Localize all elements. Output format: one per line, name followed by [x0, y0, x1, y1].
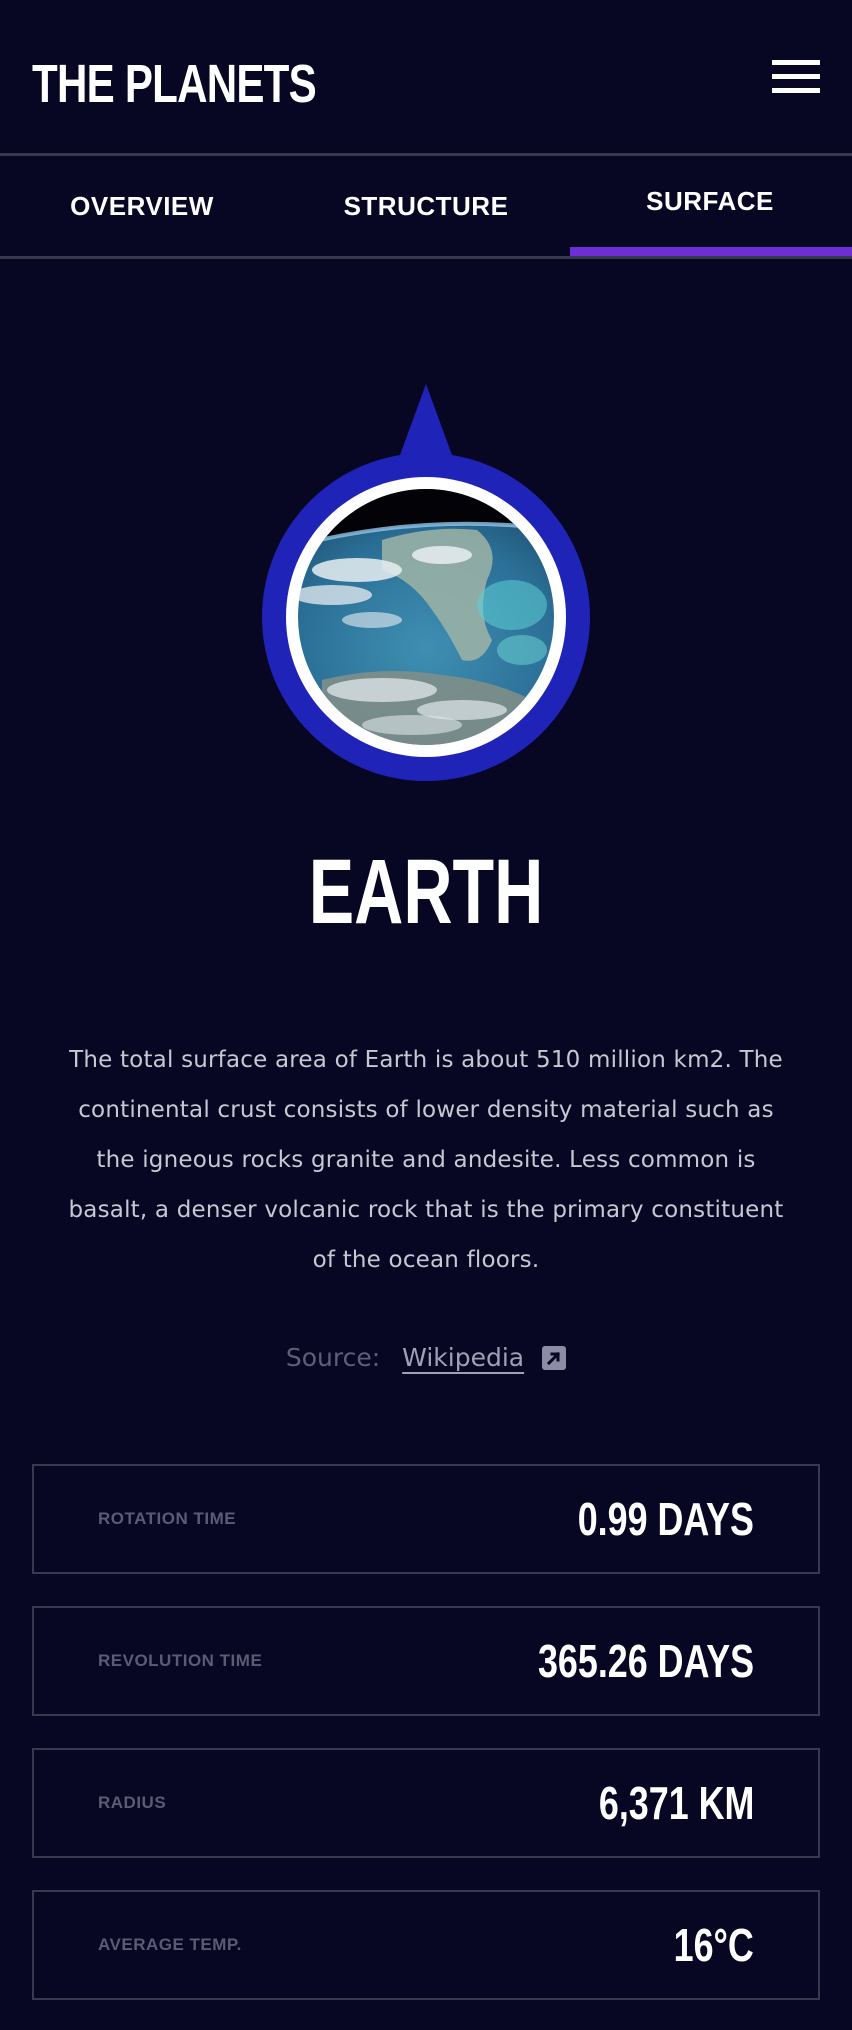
stat-value: 16°C [673, 1919, 754, 1971]
stat-label: REVOLUTION TIME [98, 1651, 263, 1670]
stat-revolution-time: REVOLUTION TIME 365.26 DAYS [32, 1606, 820, 1716]
hamburger-line [772, 74, 820, 79]
planet-surface-image [262, 384, 590, 781]
external-link-icon[interactable] [542, 1346, 567, 1370]
source-prefix: Source: [285, 1343, 381, 1372]
source-line: Source: Wikipedia [0, 1336, 852, 1380]
tab-label: STRUCTURE [343, 191, 509, 221]
planet-tabs: OVERVIEW STRUCTURE SURFACE [0, 156, 852, 259]
stat-rotation-time: ROTATION TIME 0.99 DAYS [32, 1464, 820, 1574]
tab-label: SURFACE [646, 186, 774, 216]
tab-surface[interactable]: SURFACE [568, 156, 852, 256]
hamburger-line [772, 88, 820, 93]
tab-overview[interactable]: OVERVIEW [0, 156, 284, 256]
planet-description: The total surface area of Earth is about… [68, 1047, 784, 1273]
active-tab-indicator [570, 247, 852, 256]
stat-label: ROTATION TIME [98, 1509, 237, 1528]
stat-label: AVERAGE TEMP. [98, 1935, 242, 1954]
tab-structure[interactable]: STRUCTURE [284, 156, 568, 256]
stat-value: 6,371 KM [598, 1777, 754, 1829]
hamburger-line [772, 60, 820, 65]
stat-value: 0.99 DAYS [577, 1493, 754, 1545]
planet-name: EARTH [308, 841, 544, 943]
stat-average-temp: AVERAGE TEMP. 16°C [32, 1890, 820, 2000]
stat-radius: RADIUS 6,371 KM [32, 1748, 820, 1858]
tab-label: OVERVIEW [70, 191, 214, 221]
header: THE PLANETS [0, 0, 852, 156]
site-logo[interactable]: THE PLANETS [32, 50, 317, 118]
hamburger-menu-icon[interactable] [772, 58, 820, 98]
stat-label: RADIUS [98, 1793, 167, 1812]
wikipedia-link[interactable]: Wikipedia [402, 1336, 524, 1380]
stat-value: 365.26 DAYS [537, 1635, 754, 1687]
